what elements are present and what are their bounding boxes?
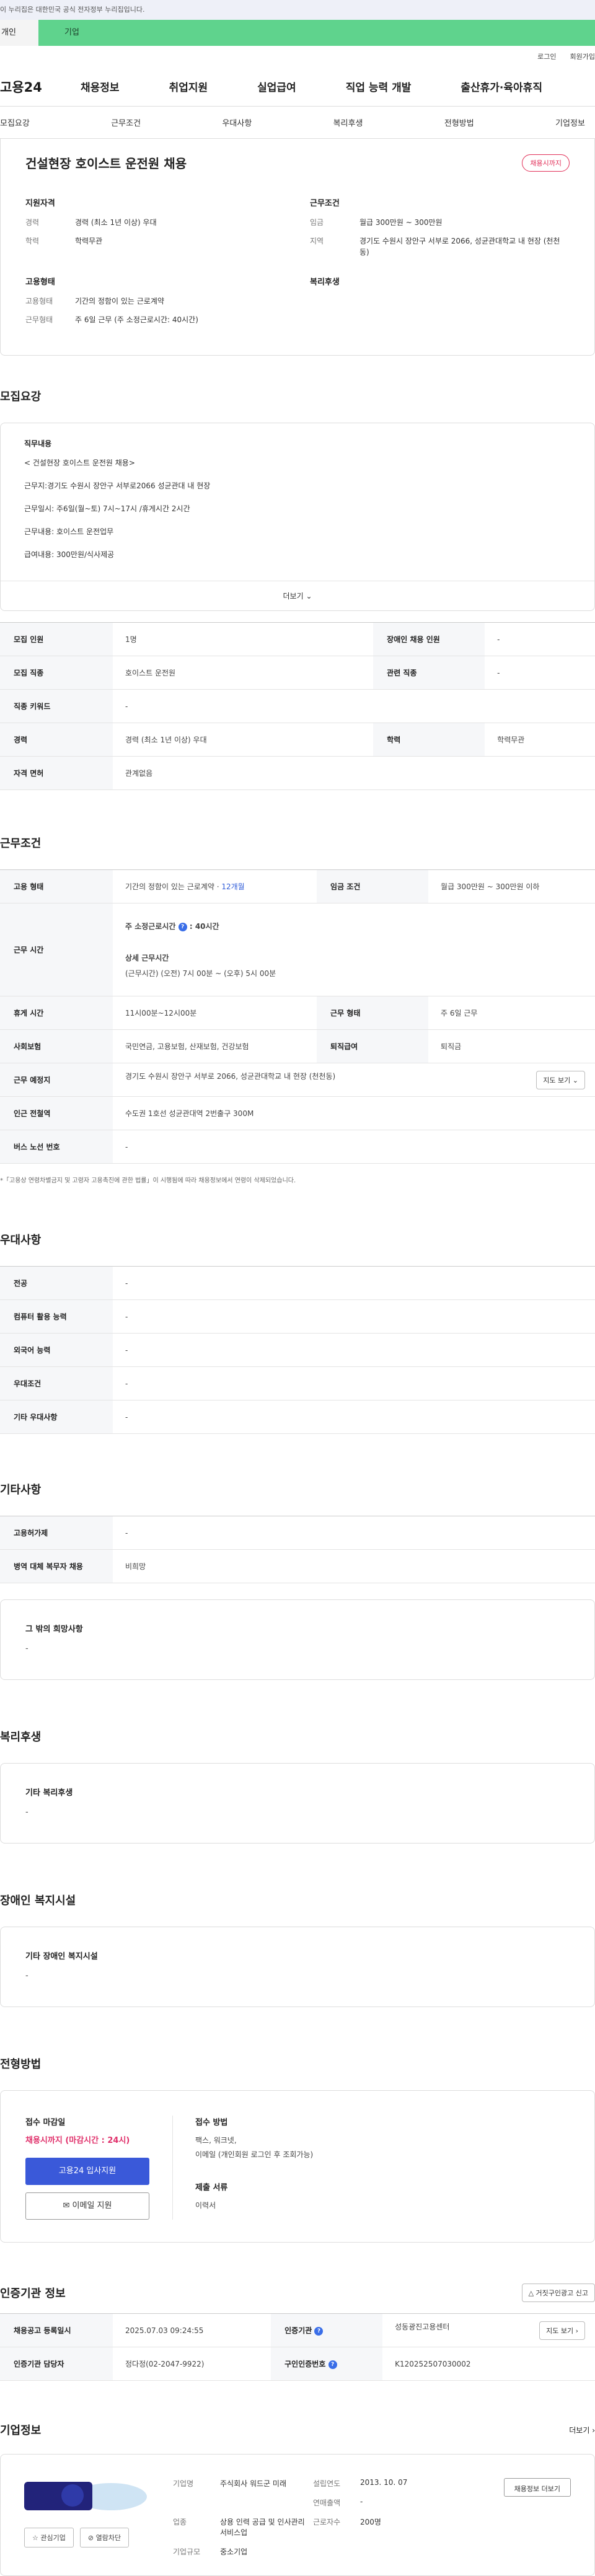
- table-row: 모집 직종 호이스트 운전원 관련 직종 -: [0, 656, 595, 690]
- chevron-down-icon: ⌄: [306, 592, 312, 600]
- block-icon: ⊘: [87, 2534, 94, 2542]
- company-logo: [24, 2478, 148, 2517]
- table-row: 컴퓨터 활용 능력 -: [0, 1299, 595, 1334]
- company-card: ☆ 관심기업 ⊘ 열람차단 기업명 주식회사 워드군 미래 설립연도 2013. 1…: [0, 2454, 595, 2576]
- table-row: 근무 예정지 경기도 수원시 장안구 서부로 2066, 성균관대학교 내 현장…: [0, 1063, 595, 1097]
- deadline-text: 채용시까지 (마감시간 : 24시): [25, 2136, 130, 2145]
- more-button[interactable]: 더보기 ⌄: [1, 581, 594, 610]
- company-info-grid: 기업명 주식회사 워드군 미래 설립연도 2013. 10. 07 연매출액 - 업종…: [173, 2478, 408, 2556]
- table-row: 채용공고 등록일시 2025.07.03 09:24:55 인증기관 ? 성동광진…: [0, 2313, 595, 2347]
- gnb-item-leave[interactable]: 출산휴가·육아휴직: [461, 79, 542, 94]
- star-icon: ☆: [32, 2534, 38, 2542]
- chevron-down-icon: ⌄: [572, 1076, 578, 1084]
- table-row: 근무 시간 주 소정근로시간 ? : 40시간 상세 근무시간 (근무시간) (…: [0, 903, 595, 996]
- report-fake-ad-button[interactable]: △ 거짓구인광고 신고: [521, 2284, 595, 2302]
- agency-section-title: 인증기관 정보: [0, 2287, 66, 2300]
- util-nav: 로그인 회원가입: [0, 46, 595, 67]
- table-row: 휴게 시간 11시00분~12시00분 근무 형태 주 6일 근무: [0, 996, 595, 1030]
- agency-map-button[interactable]: 지도 보기 ›: [539, 2321, 585, 2340]
- favorite-company-button[interactable]: ☆ 관심기업: [24, 2528, 74, 2547]
- table-row: 모집 인원 1명 장애인 채용 인원 -: [0, 622, 595, 656]
- disabled-section-title: 장애인 복지시설: [0, 1894, 76, 1907]
- block-company-button[interactable]: ⊘ 열람차단: [79, 2528, 130, 2547]
- benefits-section-title: 복리후생: [0, 1731, 42, 1744]
- qualification-block: 지원자격 경력 경력 (최소 1년 이상) 우대 학력 학력무관: [25, 199, 157, 245]
- other-wish-card: 그 밖의 희망사항 -: [0, 1599, 595, 1680]
- screening-section-title: 전형방법: [0, 2058, 42, 2071]
- application-card: 접수 마감일 채용시까지 (마감시간 : 24시) 고용24 입사지원 ✉ 이메…: [0, 2090, 595, 2243]
- table-row: 기타 우대사항 -: [0, 1400, 595, 1434]
- etc-section-title: 기타사항: [0, 1484, 42, 1497]
- table-row: 외국어 능력 -: [0, 1333, 595, 1367]
- employment-block: 고용형태 고용형태 기간의 정함이 있는 근로계약 근무형태 주 6일 근무 (주 …: [25, 278, 198, 324]
- welfare-block: 복리후생: [310, 278, 340, 287]
- signup-link[interactable]: 회원가입: [570, 51, 595, 61]
- recruit-table: 모집 인원 1명 장애인 채용 인원 - 모집 직종 호이스트 운전원 관련 직종 - …: [0, 622, 595, 790]
- table-row: 전공 -: [0, 1266, 595, 1300]
- anchor-work[interactable]: 근무조건: [111, 116, 141, 128]
- login-link[interactable]: 로그인: [537, 51, 556, 61]
- mail-icon: ✉: [63, 2201, 70, 2210]
- preferred-section-title: 우대사항: [0, 1234, 42, 1247]
- age-notice: *「고용상 연령차별금지 및 고령자 고용촉진에 관한 법률」이 시행됨에 따라…: [0, 1177, 296, 1184]
- anchor-company[interactable]: 기업정보: [555, 116, 585, 128]
- gnb-item-benefit[interactable]: 실업급여: [257, 79, 296, 94]
- table-row: 병역 대체 복무자 채용 비희망: [0, 1549, 595, 1583]
- etc-table: 고용허가제 - 병역 대체 복무자 채용 비희망: [0, 1516, 595, 1583]
- job-summary-card: 건설현장 호이스트 운전원 채용 채용시까지 지원자격 경력 경력 (최소 1년 …: [0, 139, 595, 356]
- table-row: 고용 형태 기간의 정함이 있는 근로계약 · 12개월 임금 조건 월급 30…: [0, 869, 595, 903]
- deadline-badge: 채용시까지: [522, 154, 570, 172]
- tab-corporate[interactable]: 기업: [38, 20, 595, 46]
- table-row: 우대조건 -: [0, 1366, 595, 1400]
- company-jobs-button[interactable]: 채용정보 더보기: [503, 2478, 571, 2497]
- anchor-screening[interactable]: 전형방법: [444, 116, 474, 128]
- help-icon[interactable]: ?: [178, 922, 187, 931]
- table-row: 고용허가제 -: [0, 1516, 595, 1550]
- gnb-item-training[interactable]: 직업 능력 개발: [346, 79, 412, 94]
- job-description-card: 직무내용 < 건설현장 호이스트 운전원 채용> 근무지:경기도 수원시 장안구…: [0, 423, 595, 611]
- work-table: 고용 형태 기간의 정함이 있는 근로계약 · 12개월 임금 조건 월급 30…: [0, 869, 595, 1164]
- anchor-recruit[interactable]: 모집요강: [0, 116, 30, 128]
- anchor-preferred[interactable]: 우대사항: [222, 116, 252, 128]
- section-anchor-tabs: 모집요강 근무조건 우대사항 복리후생 전형방법 기업정보: [0, 107, 595, 139]
- preferred-table: 전공 - 컴퓨터 활용 능력 - 외국어 능력 - 우대조건 - 기타 우대사항 -: [0, 1266, 595, 1434]
- anchor-benefits[interactable]: 복리후생: [333, 116, 363, 128]
- recruit-section-title: 모집요강: [0, 390, 42, 403]
- job-title: 건설현장 호이스트 운전원 채용: [25, 156, 187, 171]
- map-button[interactable]: 지도 보기 ⌄: [536, 1070, 585, 1089]
- gov-banner: 이 누리집은 대한민국 공식 전자정부 누리집입니다.: [0, 0, 595, 20]
- table-row: 버스 노선 번호 -: [0, 1130, 595, 1164]
- global-nav: 고용24 채용정보 취업지원 실업급여 직업 능력 개발 출산휴가·육아휴직: [0, 67, 595, 107]
- table-row: 직종 키워드 -: [0, 689, 595, 723]
- gnb-item-support[interactable]: 취업지원: [169, 79, 208, 94]
- table-row: 인근 전철역 수도권 1호선 성균관대역 2번출구 300M: [0, 1096, 595, 1130]
- company-more-link[interactable]: 더보기 ›: [569, 2425, 595, 2435]
- tab-personal[interactable]: 개인: [0, 20, 38, 46]
- condition-block: 근무조건 임금 월급 300만원 ~ 300만원 지역 경기도 수원시 장안구 서부…: [310, 199, 560, 257]
- table-row: 자격 면허 관계없음: [0, 756, 595, 790]
- agency-table: 채용공고 등록일시 2025.07.03 09:24:55 인증기관 ? 성동광진…: [0, 2313, 595, 2381]
- disabled-card: 기타 장애인 복지시설 -: [0, 1927, 595, 2007]
- apply-button[interactable]: 고용24 입사지원: [25, 2158, 149, 2185]
- benefits-card: 기타 복리후생 -: [0, 1763, 595, 1844]
- help-icon[interactable]: ?: [314, 2326, 324, 2336]
- help-icon[interactable]: ?: [328, 2360, 337, 2369]
- siren-icon: △: [528, 2289, 534, 2297]
- gnb-item-jobs[interactable]: 채용정보: [81, 79, 120, 94]
- member-type-tabs: 개인 기업: [0, 20, 595, 46]
- work-section-title: 근무조건: [0, 837, 42, 850]
- email-apply-button[interactable]: ✉ 이메일 지원: [25, 2192, 149, 2220]
- site-logo[interactable]: 고용24: [0, 77, 81, 96]
- table-row: 인증기관 담당자 정다정(02-2047-9922) 구인인증번호 ? K1202…: [0, 2347, 595, 2381]
- table-row: 사회보험 국민연금, 고용보험, 산재보험, 건강보험 퇴직급여 퇴직금: [0, 1029, 595, 1063]
- company-section-title: 기업정보: [0, 2424, 42, 2437]
- table-row: 경력 경력 (최소 1년 이상) 우대 학력 학력무관: [0, 723, 595, 757]
